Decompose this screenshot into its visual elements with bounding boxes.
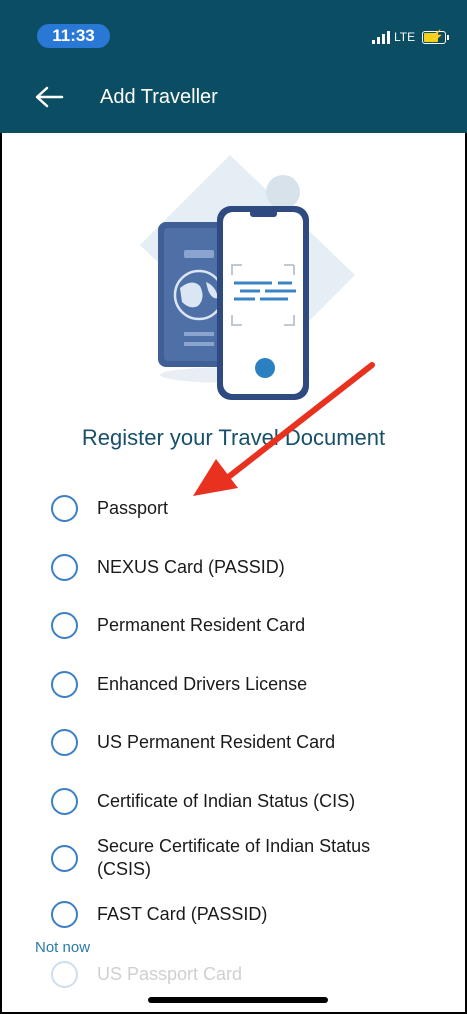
option-permanent-resident-card[interactable]: Permanent Resident Card — [51, 612, 417, 639]
status-time: 11:33 — [37, 24, 110, 48]
radio-button[interactable] — [51, 554, 78, 581]
option-label: FAST Card (PASSID) — [97, 904, 268, 924]
radio-button[interactable] — [51, 788, 78, 815]
option-certificate-of-indian-status[interactable]: Certificate of Indian Status (CIS) — [51, 788, 417, 815]
battery-icon: ⚡ — [422, 29, 450, 44]
option-passport[interactable]: Passport — [51, 495, 417, 522]
option-label: NEXUS Card (PASSID) — [97, 557, 285, 577]
radio-button[interactable] — [51, 961, 78, 988]
option-label: US Permanent Resident Card — [97, 732, 336, 752]
option-label: Certificate of Indian Status (CIS) — [97, 791, 356, 811]
option-enhanced-drivers-license[interactable]: Enhanced Drivers License — [51, 671, 417, 698]
option-us-passport-card[interactable]: US Passport Card — [51, 961, 417, 988]
document-scan-illustration — [140, 155, 355, 400]
option-label: Passport — [97, 498, 169, 518]
radio-button[interactable] — [51, 671, 78, 698]
network-label: LTE — [394, 30, 416, 44]
option-secure-certificate-of-indian-status[interactable]: Secure Certificate of Indian Status (CSI… — [51, 835, 417, 881]
option-fast-card[interactable]: FAST Card (PASSID) — [51, 901, 417, 928]
option-nexus-card[interactable]: NEXUS Card (PASSID) — [51, 554, 417, 581]
option-label: US Passport Card — [97, 964, 243, 984]
app-header: 11:33 LTE ⚡ Add Traveller — [0, 0, 467, 133]
radio-button[interactable] — [51, 729, 78, 756]
option-label: Permanent Resident Card — [97, 615, 306, 635]
option-label: Secure Certificate of Indian Status (CSI… — [97, 836, 371, 879]
register-heading: Register your Travel Document — [81, 425, 386, 450]
back-arrow-icon[interactable] — [34, 85, 64, 109]
not-now-link[interactable]: Not now — [35, 939, 90, 956]
radio-button[interactable] — [51, 901, 78, 928]
page-title: Add Traveller — [100, 86, 218, 108]
radio-button[interactable] — [51, 844, 78, 872]
status-indicators: LTE ⚡ — [372, 28, 450, 46]
option-label: Enhanced Drivers License — [97, 674, 308, 694]
radio-button[interactable] — [51, 495, 78, 522]
home-indicator[interactable] — [148, 997, 328, 1003]
signal-icon — [372, 30, 390, 44]
option-us-permanent-resident-card[interactable]: US Permanent Resident Card — [51, 729, 417, 756]
radio-button[interactable] — [51, 612, 78, 639]
